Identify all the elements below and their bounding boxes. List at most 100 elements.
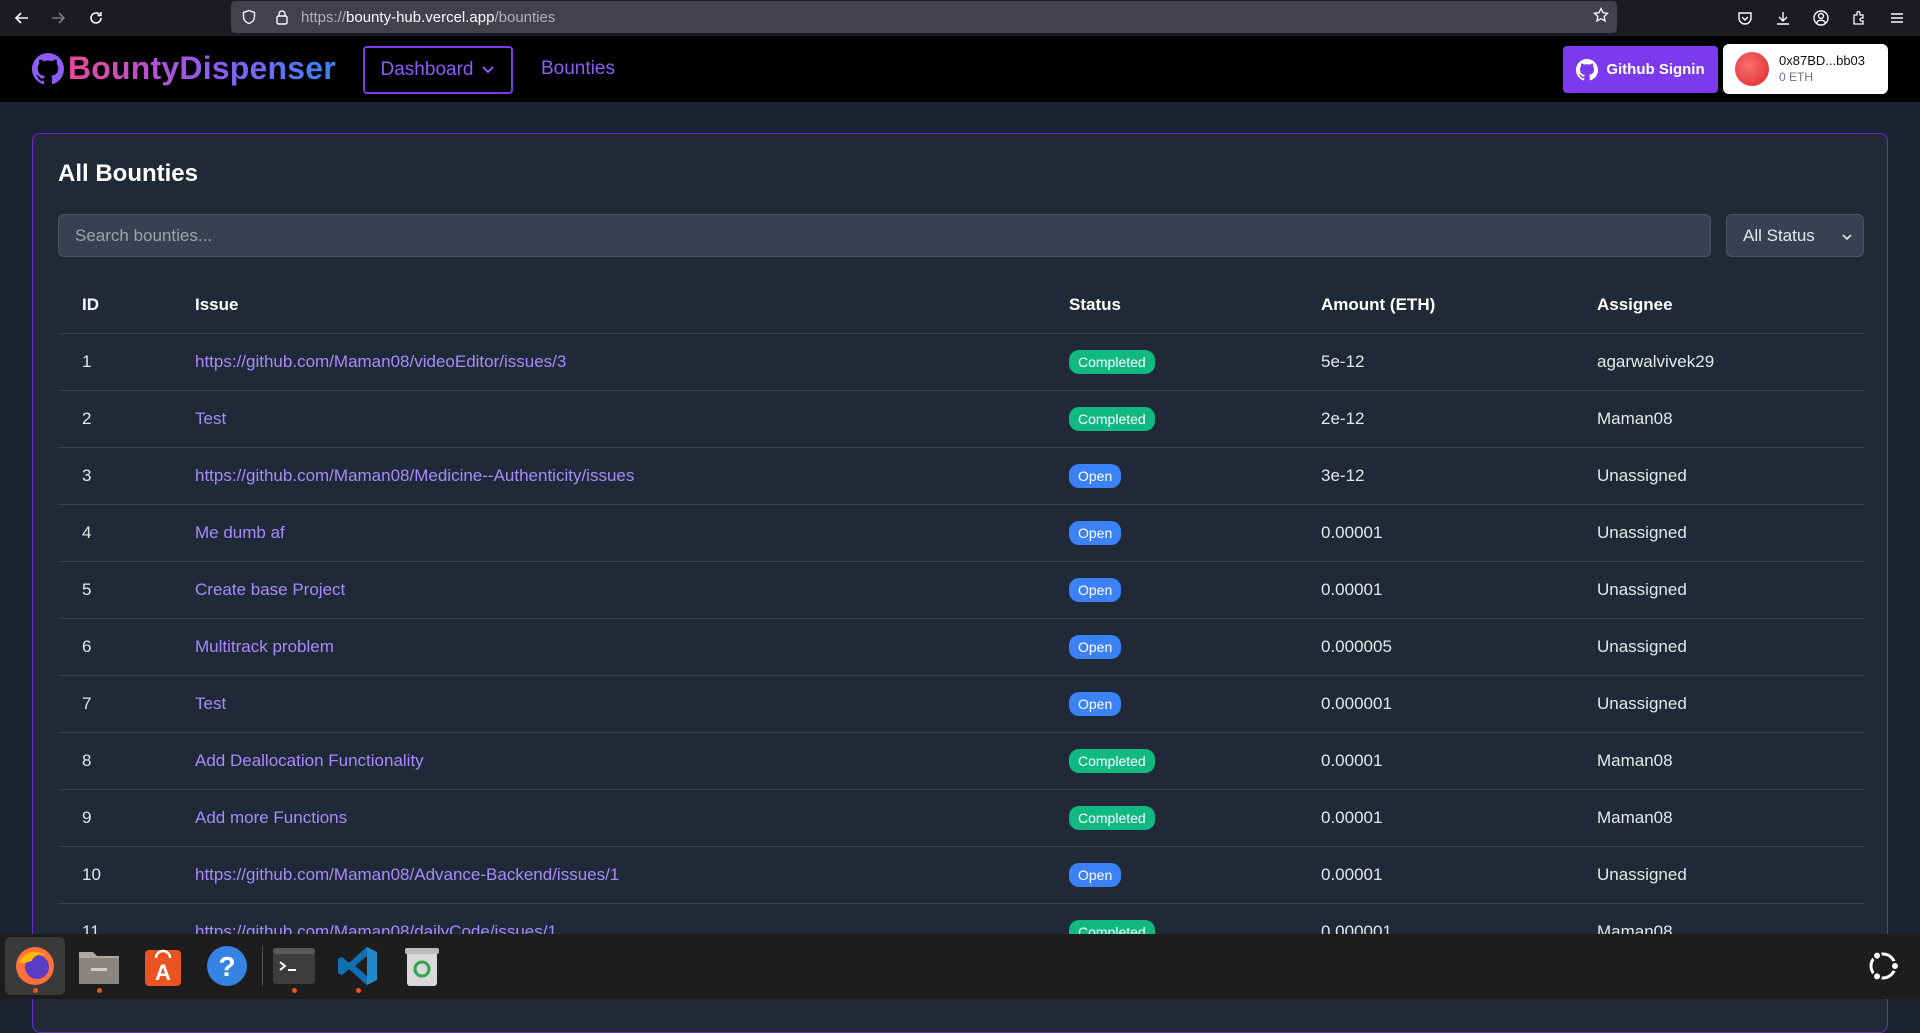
status-badge: Completed [1069,406,1155,431]
status-cell: Completed [1045,390,1297,448]
bounty-amount-cell: 0.00001 [1297,504,1573,562]
vscode-icon[interactable] [328,937,388,995]
bounty-assignee-cell: Unassigned [1573,504,1865,562]
dashboard-label: Dashboard [380,59,474,80]
status-cell: Open [1045,447,1297,505]
bounty-id-cell: 7 [58,675,171,733]
bounty-issue-link[interactable]: Add more Functions [195,808,347,827]
table-row: 5 Create base Project Open 0.00001 Unassigne… [58,561,1865,619]
bounty-issue-link-cell: https://github.com/Maman08/Medicine--Aut… [171,447,1045,505]
column-header-assignee: Assignee [1573,278,1865,334]
bounty-id: 4 [82,522,92,542]
bounty-issue-link[interactable]: https://github.com/Maman08/videoEditor/i… [195,352,566,371]
status-cell: Open [1045,504,1297,562]
pocket-icon[interactable] [1728,0,1762,36]
status-badge: Open [1069,634,1122,659]
bounty-amount: 0.00001 [1321,522,1383,542]
bounty-assignee-cell: agarwalvivek29 [1573,333,1865,391]
table-row: 8 Add Deallocation Functionality Completed… [58,732,1865,790]
bounties-table: ID Issue Status Amount (ETH) Assignee 1 h… [58,278,1865,961]
bounty-amount-cell: 0.00001 [1297,732,1573,790]
page-title: All Bounties [58,160,199,187]
bounty-assignee: Unassigned [1597,579,1687,599]
wallet-address: 0x87BD...bb03 [1779,53,1866,68]
bounty-id-cell: 3 [58,447,171,505]
app-center-icon[interactable]: A [133,937,193,995]
status-filter-select[interactable]: All Status [1726,214,1864,257]
table-row: 4 Me dumb af Open 0.00001 Unassigned [58,504,1865,562]
github-signin-button[interactable]: Github Signin [1563,46,1718,93]
dashboard-dropdown[interactable]: Dashboard [363,46,513,94]
bounty-amount-cell: 0.000001 [1297,675,1573,733]
bounty-assignee: Maman08 [1597,807,1673,827]
wallet-button[interactable]: 0x87BD...bb03 0 ETH [1723,44,1888,94]
bookmark-star-icon[interactable] [1592,6,1610,28]
status-badge: Completed [1069,349,1155,374]
forward-icon[interactable] [40,0,76,36]
bounty-assignee: Unassigned [1597,636,1687,656]
bounty-issue-link[interactable]: Create base Project [195,580,345,599]
shield-icon [241,9,257,25]
url-text: https://bounty-hub.vercel.app/bounties [301,8,556,26]
brand-logo[interactable]: BountyDispenser [32,50,336,87]
bounty-amount: 2e-12 [1321,408,1365,428]
wallet-balance: 0 ETH [1779,70,1814,84]
bounty-assignee-cell: Maman08 [1573,390,1865,448]
bounty-amount-cell: 0.00001 [1297,846,1573,904]
help-icon[interactable]: ? [197,937,257,995]
bounty-id-cell: 10 [58,846,171,904]
bounty-amount: 0.00001 [1321,579,1383,599]
table-row: 2 Test Completed 2e-12 Maman08 [58,390,1865,448]
bounty-issue-link[interactable]: Me dumb af [195,523,285,542]
bounty-issue-link[interactable]: Add Deallocation Functionality [195,751,424,770]
bounty-id: 8 [82,750,92,770]
bounty-assignee-cell: Maman08 [1573,789,1865,847]
ubuntu-logo-icon[interactable] [1853,937,1913,995]
bounty-id-cell: 8 [58,732,171,790]
browser-toolbar: https://bounty-hub.vercel.app/bounties [0,0,1920,36]
brand-name: BountyDispenser [68,50,336,86]
bounty-assignee: Unassigned [1597,693,1687,713]
bounty-assignee: Unassigned [1597,522,1687,542]
bounty-issue-link[interactable]: https://github.com/Maman08/Advance-Backe… [195,865,619,884]
column-header-status: Status [1045,278,1297,334]
bounty-assignee: Unassigned [1597,465,1687,485]
bounty-issue-link-cell: Add more Functions [171,789,1045,847]
bounty-id: 9 [82,807,92,827]
bounty-issue-link-cell: https://github.com/Maman08/videoEditor/i… [171,333,1045,391]
bounty-assignee-cell: Unassigned [1573,846,1865,904]
reload-icon[interactable] [78,0,114,36]
bounty-id-cell: 5 [58,561,171,619]
bounty-issue-link[interactable]: https://github.com/Maman08/Medicine--Aut… [195,466,634,485]
search-input[interactable] [58,214,1711,257]
extensions-icon[interactable] [1842,0,1876,36]
chevron-down-icon [1841,228,1853,248]
status-filter-value: All Status [1743,225,1815,245]
app-header: BountyDispenser Dashboard Bounties Githu… [0,36,1920,102]
bounty-amount: 0.00001 [1321,864,1383,884]
bounty-issue-link[interactable]: Test [195,694,226,713]
bounty-issue-link[interactable]: Test [195,409,226,428]
back-icon[interactable] [4,0,40,36]
status-cell: Completed [1045,732,1297,790]
bounty-id: 7 [82,693,92,713]
menu-icon[interactable] [1880,0,1914,36]
bounty-assignee: Maman08 [1597,750,1673,770]
downloads-icon[interactable] [1766,0,1800,36]
bounty-issue-link[interactable]: Multitrack problem [195,637,334,656]
status-badge: Completed [1069,748,1155,773]
bounty-id-cell: 6 [58,618,171,676]
terminal-icon[interactable] [264,937,324,995]
url-bar[interactable]: https://bounty-hub.vercel.app/bounties [231,1,1617,33]
bounty-amount-cell: 0.000005 [1297,618,1573,676]
firefox-icon[interactable] [5,937,65,995]
bounty-id: 6 [82,636,92,656]
bounty-issue-link-cell: Create base Project [171,561,1045,619]
bounties-link[interactable]: Bounties [541,58,615,80]
trash-icon[interactable] [392,937,452,995]
bounty-id: 2 [82,408,92,428]
bounty-id-cell: 9 [58,789,171,847]
account-icon[interactable] [1804,0,1838,36]
files-icon[interactable] [69,937,129,995]
bounty-issue-link-cell: https://github.com/Maman08/Advance-Backe… [171,846,1045,904]
